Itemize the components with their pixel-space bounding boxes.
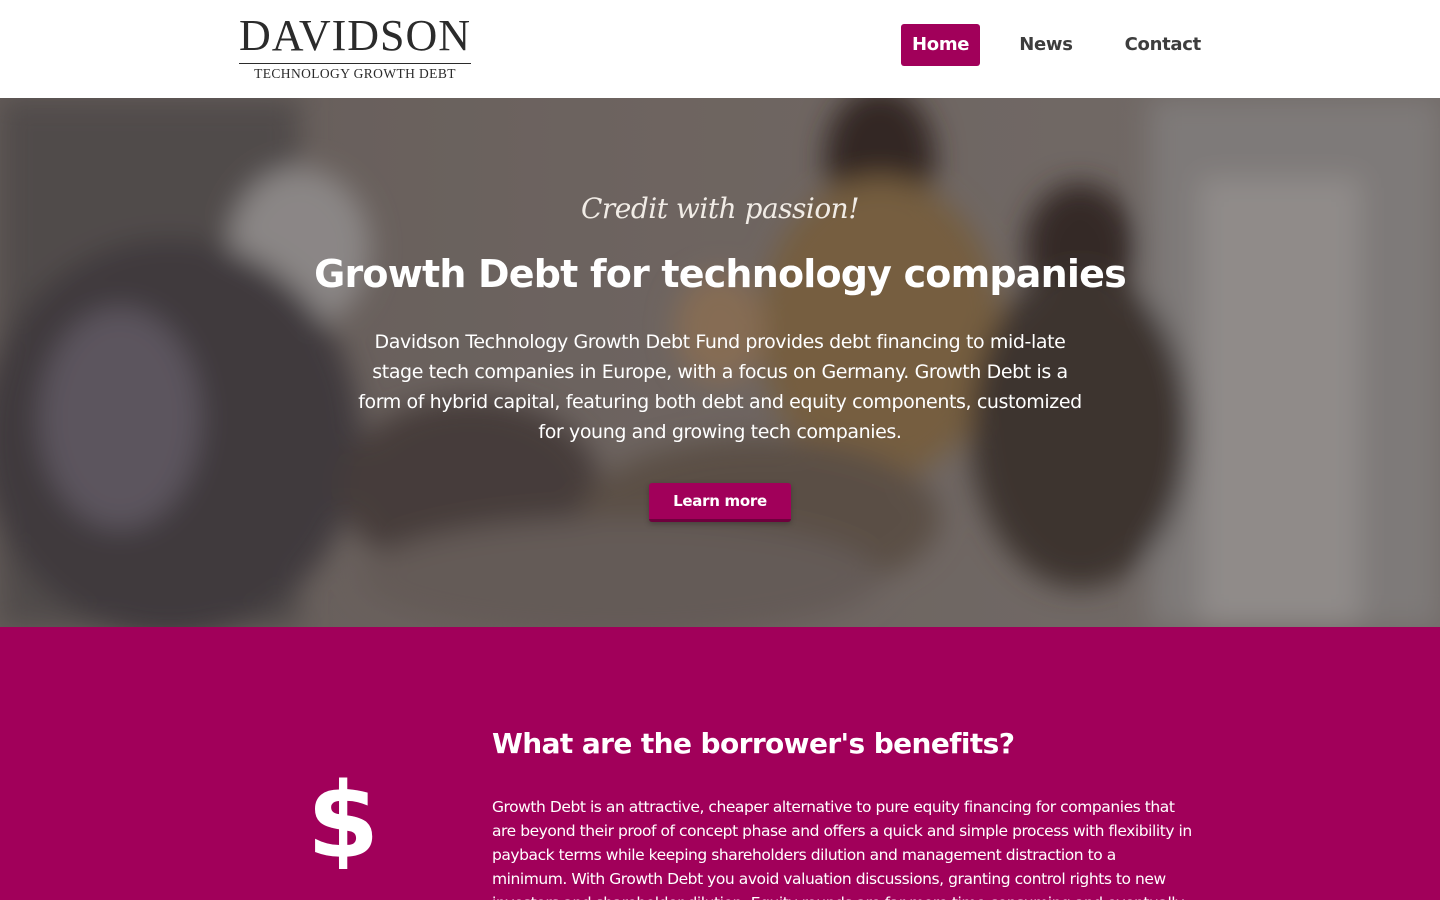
svg-text:$: $ [312, 760, 374, 869]
nav-home[interactable]: Home [901, 24, 981, 66]
hero-title: Growth Debt for technology companies [314, 252, 1127, 296]
hero-tagline: Credit with passion! [581, 192, 859, 225]
benefits-section: $ What are the borrower's benefits? Grow… [0, 627, 1440, 900]
nav-news[interactable]: News [1008, 24, 1083, 66]
learn-more-button[interactable]: Learn more [649, 483, 791, 522]
brand-name: DAVIDSON [238, 11, 472, 60]
hero-section: Credit with passion! Growth Debt for tec… [0, 98, 1440, 627]
brand-subtitle: TECHNOLOGY GROWTH DEBT [254, 66, 456, 81]
brand-logo[interactable]: DAVIDSON TECHNOLOGY GROWTH DEBT [238, 14, 472, 81]
benefits-title: What are the borrower's benefits? [492, 727, 1015, 760]
dollar-icon: $ [312, 760, 374, 869]
nav-contact[interactable]: Contact [1114, 24, 1212, 66]
hero-description: Davidson Technology Growth Debt Fund pro… [358, 331, 1082, 443]
logo-divider [239, 63, 471, 64]
main-nav: Home News Contact [901, 24, 1212, 66]
benefits-text: Growth Debt is an attractive, cheaper al… [492, 798, 1192, 900]
site-header: DAVIDSON TECHNOLOGY GROWTH DEBT Home New… [0, 0, 1440, 98]
